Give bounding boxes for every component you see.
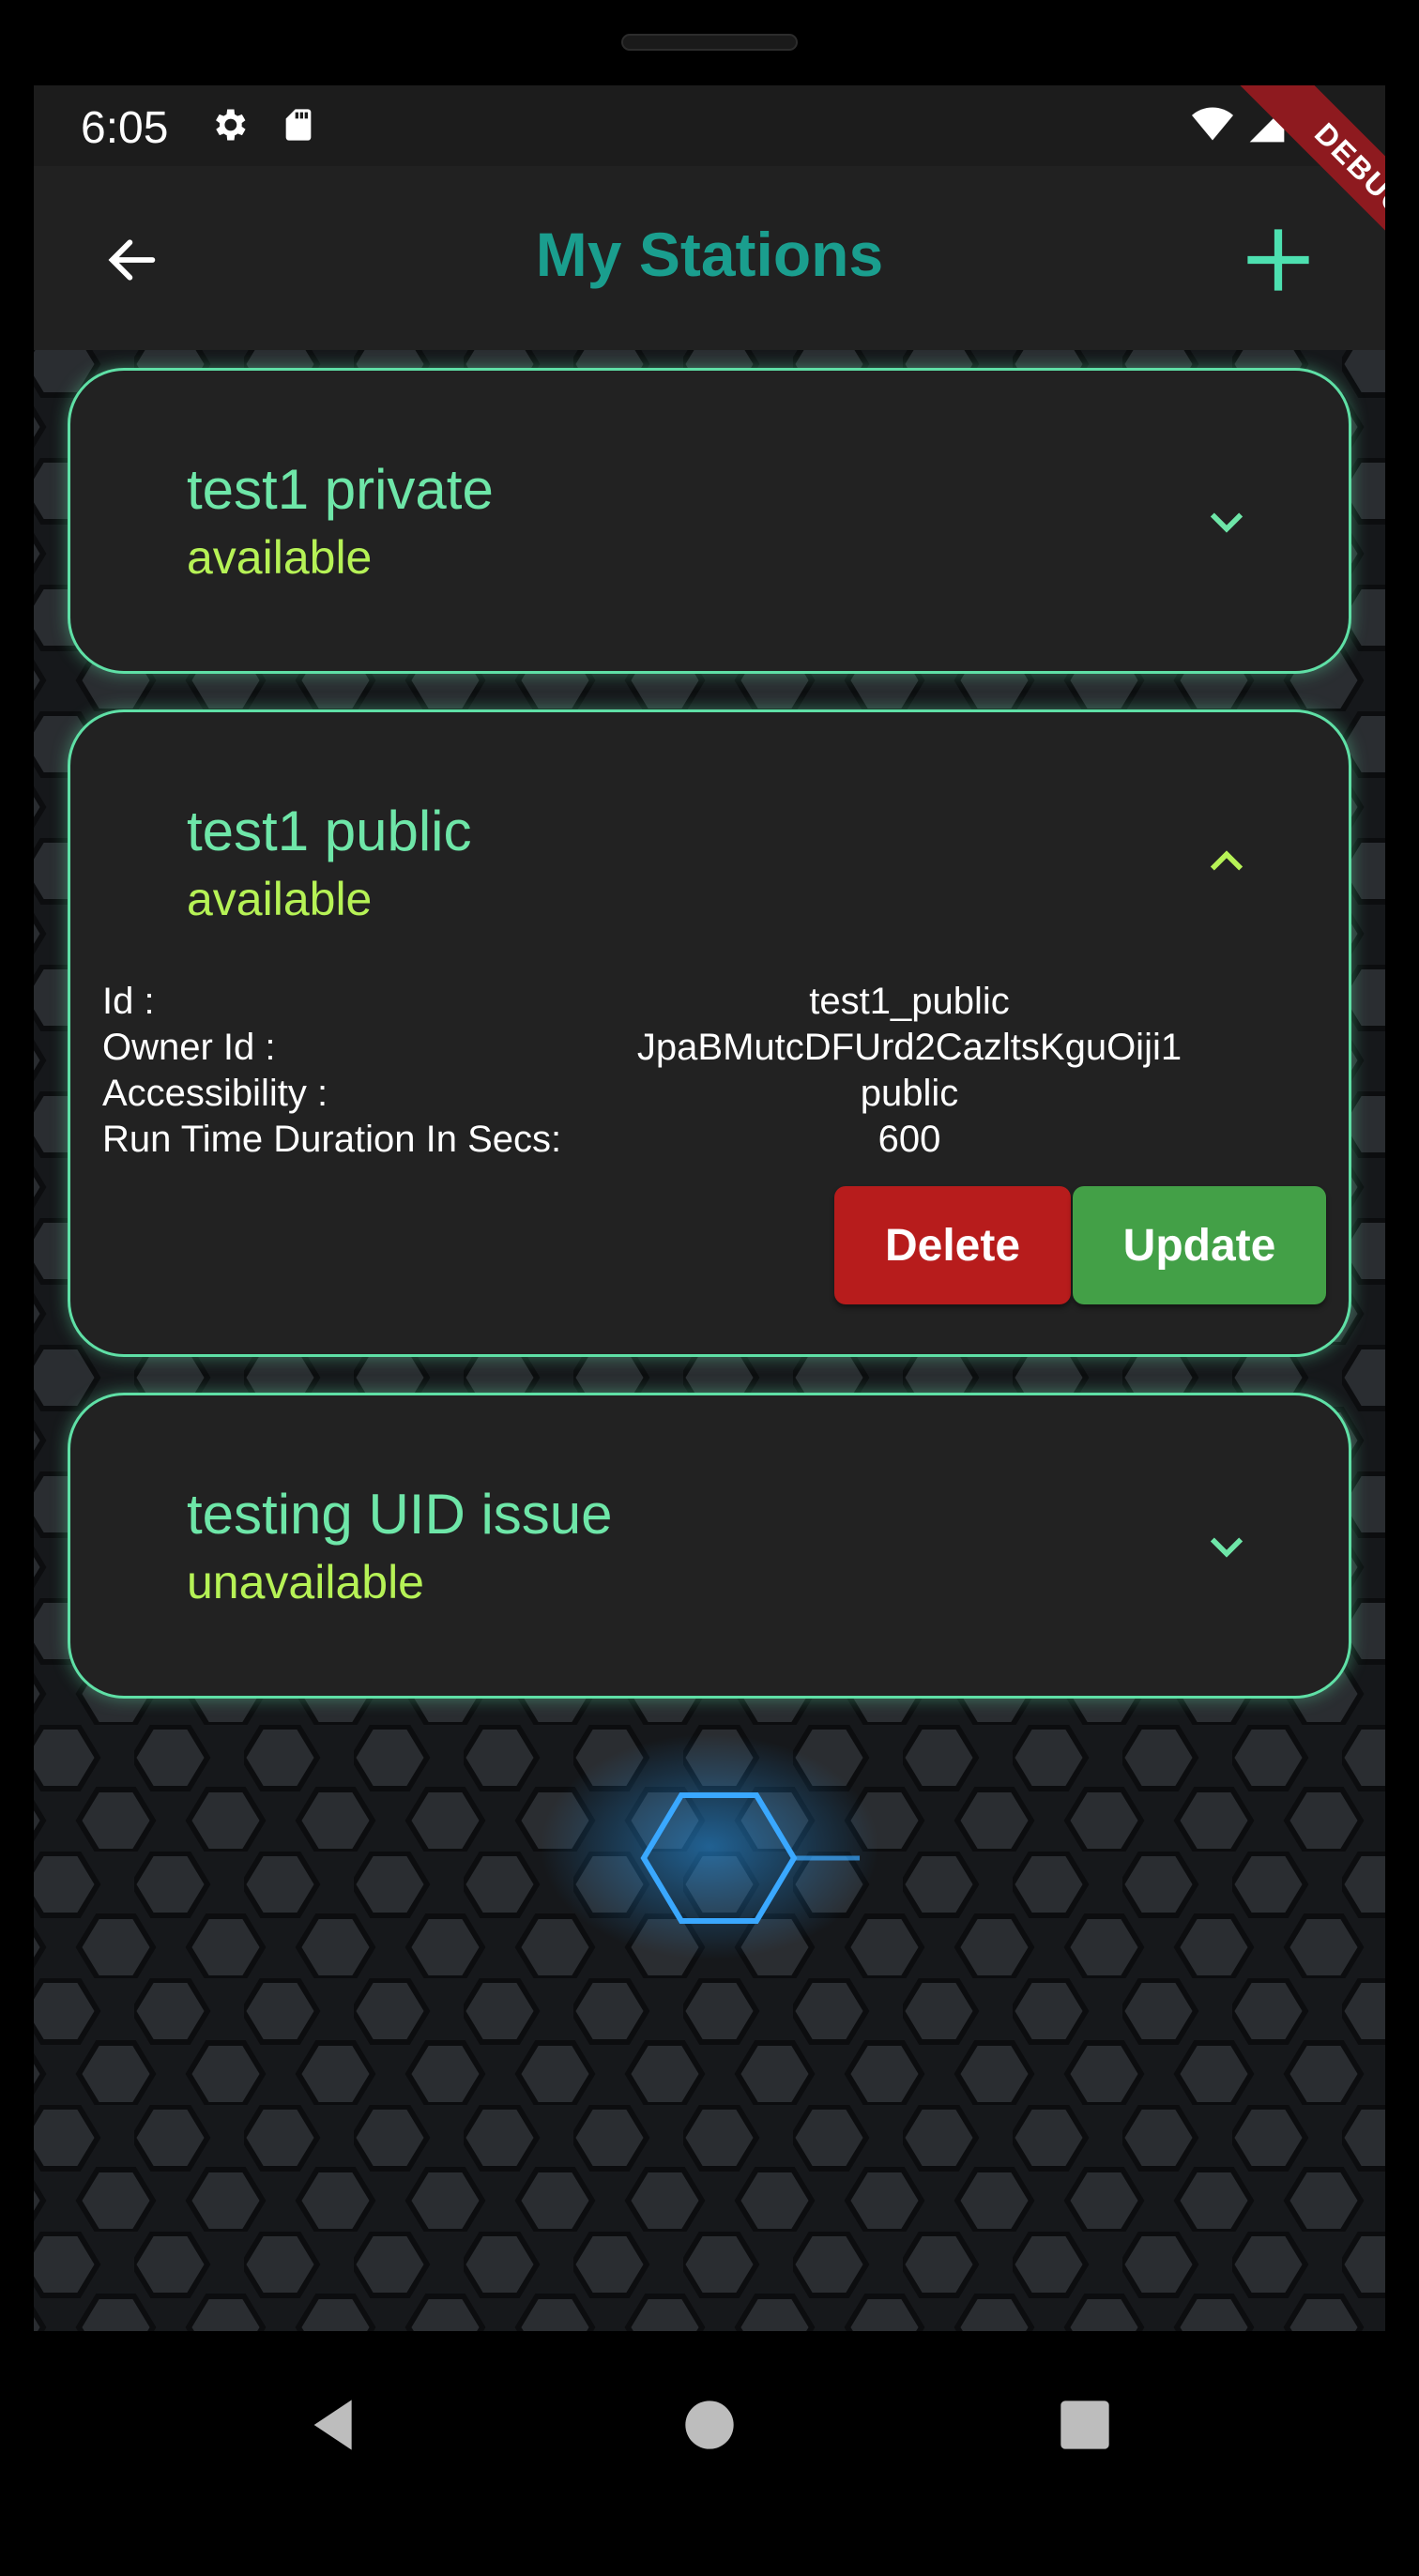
station-name: test1 private bbox=[187, 458, 494, 521]
detail-row: Run Time Duration In Secs: 600 bbox=[102, 1119, 1317, 1165]
station-card[interactable]: testing UID issue unavailable bbox=[68, 1393, 1351, 1699]
sd-card-icon bbox=[285, 109, 312, 141]
settings-icon bbox=[216, 109, 246, 141]
station-details: Id : test1_public Owner Id : JpaBMutcDFU… bbox=[102, 981, 1317, 1165]
nav-home-button[interactable] bbox=[672, 2387, 747, 2462]
detail-label: Accessibility : bbox=[102, 1073, 328, 1114]
detail-label: Owner Id : bbox=[102, 1027, 276, 1068]
station-card-expanded[interactable]: test1 public available Id : test1_public… bbox=[68, 709, 1351, 1357]
wifi-icon bbox=[1192, 107, 1233, 141]
home-circle-icon bbox=[685, 2401, 734, 2449]
add-station-button[interactable] bbox=[1231, 213, 1325, 307]
station-status: available bbox=[187, 873, 373, 925]
chevron-down-icon bbox=[1210, 1537, 1244, 1558]
station-status: available bbox=[187, 531, 373, 584]
detail-row: Owner Id : JpaBMutcDFUrd2CazltsKguOiji1 bbox=[102, 1027, 1317, 1073]
detail-value: public bbox=[860, 1073, 959, 1114]
update-button[interactable]: Update bbox=[1073, 1186, 1326, 1304]
station-card[interactable]: test1 private available bbox=[68, 368, 1351, 674]
screen: 6:05 DEBUG My Stations test1 private ava… bbox=[34, 85, 1385, 2331]
battery-icon bbox=[1308, 104, 1333, 145]
delete-button[interactable]: Delete bbox=[834, 1186, 1071, 1304]
expand-button[interactable] bbox=[1198, 1517, 1255, 1574]
phone-frame: 6:05 DEBUG My Stations test1 private ava… bbox=[0, 0, 1419, 2576]
detail-value: JpaBMutcDFUrd2CazltsKguOiji1 bbox=[636, 1027, 1182, 1068]
detail-row: Accessibility : public bbox=[102, 1073, 1317, 1119]
expand-button[interactable] bbox=[1198, 493, 1255, 549]
chevron-up-icon bbox=[1210, 850, 1244, 871]
detail-label: Run Time Duration In Secs: bbox=[102, 1119, 562, 1160]
system-nav-bar bbox=[34, 2331, 1385, 2519]
app-bar: My Stations bbox=[34, 166, 1385, 350]
station-status: unavailable bbox=[187, 1556, 424, 1608]
station-name: test1 public bbox=[187, 800, 472, 862]
recents-square-icon bbox=[1060, 2401, 1109, 2449]
plus-icon bbox=[1247, 229, 1309, 291]
detail-value: 600 bbox=[877, 1119, 941, 1160]
nav-back-button[interactable] bbox=[297, 2387, 372, 2462]
back-triangle-icon bbox=[313, 2400, 352, 2450]
status-bar: 6:05 bbox=[34, 85, 1385, 166]
speaker-grille bbox=[621, 34, 798, 51]
signal-icon bbox=[1249, 107, 1285, 143]
station-name: testing UID issue bbox=[187, 1483, 613, 1546]
collapse-button[interactable] bbox=[1198, 834, 1255, 891]
detail-row: Id : test1_public bbox=[102, 981, 1317, 1027]
status-time: 6:05 bbox=[81, 103, 169, 153]
nav-recents-button[interactable] bbox=[1047, 2387, 1122, 2462]
chevron-down-icon bbox=[1210, 512, 1244, 533]
detail-label: Id : bbox=[102, 981, 155, 1022]
detail-value: test1_public bbox=[809, 981, 1010, 1022]
page-title: My Stations bbox=[535, 220, 884, 289]
